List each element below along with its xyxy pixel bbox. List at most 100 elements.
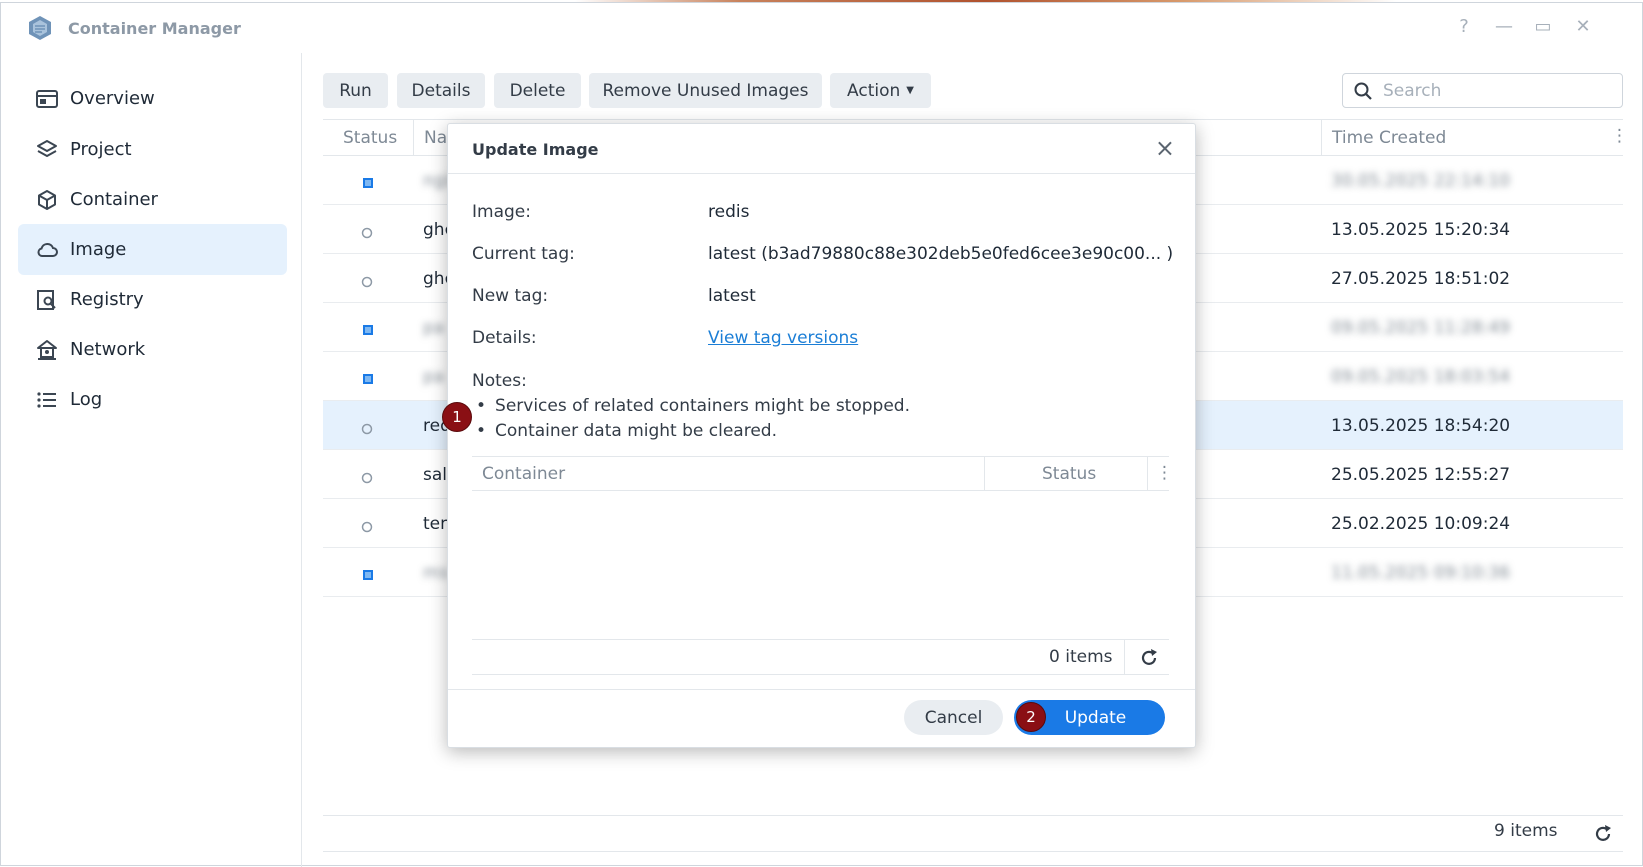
col-container[interactable]: Container: [482, 464, 565, 484]
cloud-icon: [36, 239, 58, 261]
note-item: Services of related containers might be …: [476, 396, 910, 416]
help-icon[interactable]: ?: [1452, 16, 1476, 37]
column-menu-icon[interactable]: ⋮: [1611, 126, 1628, 146]
items-count: 0 items: [1049, 647, 1113, 667]
col-status[interactable]: Status: [343, 128, 397, 148]
time-created-cell: 30.05.2025 22:14:10: [1331, 171, 1511, 191]
col-time-created[interactable]: Time Created: [1332, 128, 1446, 148]
col-status[interactable]: Status: [1042, 464, 1096, 484]
col-name[interactable]: Na: [424, 128, 447, 148]
time-created-cell: 09.05.2025 18:03:54: [1331, 367, 1511, 387]
time-created-cell: 13.05.2025 15:20:34: [1331, 220, 1511, 240]
sidebar-item-log[interactable]: Log: [18, 374, 287, 425]
image-name-cell: pa: [423, 367, 445, 387]
current-tag-label: Current tag:: [472, 244, 575, 264]
sidebar-item-label: Project: [70, 139, 132, 160]
app-window: Container Manager ? — ▭ ✕ Overview Proje…: [0, 2, 1643, 867]
update-image-dialog: Update Image × Image: redis Current tag:…: [442, 123, 1196, 748]
dialog-header-divider: [448, 173, 1195, 174]
details-button[interactable]: Details: [397, 73, 485, 108]
time-created-cell: 25.02.2025 10:09:24: [1331, 514, 1511, 534]
sidebar-item-label: Image: [70, 239, 127, 260]
related-containers-footer: 0 items: [472, 639, 1169, 675]
column-divider: [1124, 640, 1125, 674]
sidebar-item-label: Container: [70, 189, 158, 210]
minimize-icon[interactable]: —: [1492, 16, 1516, 37]
refresh-icon[interactable]: [1138, 647, 1160, 669]
sidebar-item-label: Overview: [70, 88, 155, 109]
dialog-footer-divider: [448, 689, 1195, 690]
new-tag-value: latest: [708, 286, 756, 306]
sidebar-item-project[interactable]: Project: [18, 124, 287, 175]
note-item: Container data might be cleared.: [476, 421, 777, 441]
status-unused-icon: [361, 224, 373, 239]
container-manager-logo-icon: [29, 16, 51, 40]
maximize-icon[interactable]: ▭: [1531, 16, 1555, 37]
new-tag-label: New tag:: [472, 286, 549, 306]
refresh-icon[interactable]: [1592, 823, 1614, 845]
image-value: redis: [708, 202, 750, 222]
notes-title: Notes:: [472, 371, 527, 391]
sidebar-item-container[interactable]: Container: [18, 174, 287, 225]
sidebar-item-image[interactable]: Image: [18, 224, 287, 275]
overview-icon: [36, 88, 58, 110]
details-label: Details:: [472, 328, 537, 348]
status-unused-icon: [361, 469, 373, 484]
image-name-cell: pa: [423, 318, 445, 338]
delete-button[interactable]: Delete: [494, 73, 581, 108]
image-label: Image:: [472, 202, 531, 222]
time-created-cell: 27.05.2025 18:51:02: [1331, 269, 1511, 289]
column-divider: [984, 457, 985, 491]
table-footer-divider: [323, 815, 1623, 816]
dialog-title: Update Image: [472, 140, 599, 159]
sidebar-item-label: Log: [70, 389, 103, 410]
action-label: Action: [847, 80, 901, 101]
items-count: 9 items: [1494, 821, 1558, 841]
time-created-cell: 11.05.2025 09:10:36: [1331, 563, 1511, 583]
layers-icon: [36, 139, 58, 161]
status-in-use-icon: [361, 371, 373, 384]
list-icon: [36, 389, 58, 411]
sidebar-item-overview[interactable]: Overview: [18, 73, 287, 124]
title-bar: Container Manager ? — ▭ ✕: [1, 3, 1642, 53]
time-created-cell: 09.05.2025 11:28:49: [1331, 318, 1511, 338]
action-dropdown-button[interactable]: Action ▼: [830, 73, 931, 108]
status-unused-icon: [361, 518, 373, 533]
status-unused-icon: [361, 273, 373, 288]
cancel-button[interactable]: Cancel: [904, 700, 1003, 735]
status-in-use-icon: [361, 567, 373, 580]
caret-down-icon: ▼: [906, 85, 914, 96]
current-tag-value: latest (b3ad79880c88e302deb5e0fed6cee3e9…: [708, 244, 1174, 264]
registry-icon: [36, 289, 58, 311]
view-tag-versions-link[interactable]: View tag versions: [708, 328, 858, 348]
table-footer-divider: [323, 851, 1623, 852]
dialog-close-icon[interactable]: ×: [1155, 134, 1175, 162]
status-unused-icon: [361, 420, 373, 435]
status-in-use-icon: [361, 175, 373, 188]
remove-unused-images-button[interactable]: Remove Unused Images: [589, 73, 822, 108]
app-title: Container Manager: [68, 19, 241, 38]
related-containers-header: Container Status ⋮: [472, 456, 1173, 491]
network-icon: [36, 339, 58, 361]
column-divider: [1321, 120, 1322, 156]
sidebar-item-label: Network: [70, 339, 146, 360]
time-created-cell: 25.05.2025 12:55:27: [1331, 465, 1511, 485]
search-input[interactable]: [1381, 79, 1601, 102]
cube-icon: [36, 189, 58, 211]
sidebar-item-registry[interactable]: Registry: [18, 274, 287, 325]
column-menu-icon[interactable]: ⋮: [1156, 463, 1173, 483]
time-created-cell: 13.05.2025 18:54:20: [1331, 416, 1511, 436]
run-button[interactable]: Run: [323, 73, 388, 108]
sidebar-item-label: Registry: [70, 289, 144, 310]
search-box[interactable]: [1342, 73, 1623, 108]
image-name-cell: sal: [423, 465, 447, 485]
annotation-marker-2: 2: [1016, 702, 1046, 732]
column-divider: [1147, 457, 1148, 491]
close-window-icon[interactable]: ✕: [1571, 16, 1595, 37]
status-in-use-icon: [361, 322, 373, 335]
column-divider: [413, 120, 414, 156]
sidebar: Overview Project Container Image Registr…: [1, 53, 302, 867]
search-icon: [1354, 82, 1372, 100]
sidebar-item-network[interactable]: Network: [18, 324, 287, 375]
annotation-marker-1: 1: [442, 402, 472, 432]
